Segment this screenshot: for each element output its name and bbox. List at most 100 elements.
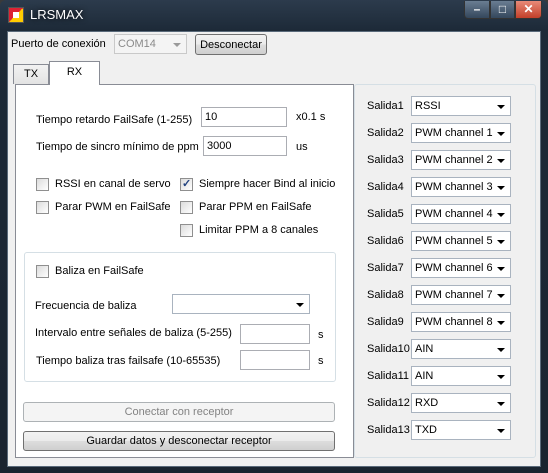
title-bar[interactable]: LRSMAX – □ ✕ [0,0,548,30]
output-label-9: Salida9 [367,316,404,328]
output-label-7: Salida7 [367,262,404,274]
beacon-delay-unit: s [318,355,324,367]
stop-ppm-failsafe-label: Parar PPM en FailSafe [199,201,312,213]
output-value-2: PWM channel 1 [415,127,493,139]
beacon-frequency-select[interactable] [172,294,310,314]
chevron-down-icon [497,213,505,217]
beacon-interval-unit: s [318,329,324,341]
output-label-11: Salida11 [367,370,409,382]
output-value-3: PWM channel 2 [415,154,493,166]
chevron-down-icon [296,303,304,307]
chevron-down-icon [173,43,181,47]
output-value-12: RXD [415,397,439,409]
rssi-servo-checkbox[interactable] [36,178,49,191]
output-label-4: Salida4 [367,181,404,193]
chevron-down-icon [497,240,505,244]
main-panel: Puerto de conexión COM14 Desconectar TX … [7,31,541,467]
output-value-6: PWM channel 5 [415,235,493,247]
chevron-down-icon [497,132,505,136]
chevron-down-icon [497,267,505,271]
always-bind-label: Siempre hacer Bind al inicio [199,178,336,190]
output-value-9: PWM channel 8 [415,316,493,328]
beacon-frequency-label: Frecuencia de baliza [35,300,137,312]
output-label-6: Salida6 [367,235,404,247]
output-label-1: Salida1 [367,100,404,112]
stop-pwm-failsafe-label: Parar PWM en FailSafe [55,201,171,213]
output-value-7: PWM channel 6 [415,262,493,274]
tab-rx[interactable]: RX [49,61,100,85]
port-select-value: COM14 [118,38,156,50]
chevron-down-icon [497,294,505,298]
output-label-12: Salida12 [367,397,410,409]
limit-ppm-8-checkbox[interactable] [180,224,193,237]
minimize-icon: – [473,2,481,16]
close-icon: ✕ [523,2,534,16]
output-label-10: Salida10 [367,343,410,355]
always-bind-checkbox[interactable] [180,177,193,191]
output-select-8[interactable]: PWM channel 7 [411,285,511,305]
beacon-interval-input[interactable] [240,324,310,344]
output-select-10[interactable]: AIN [411,339,511,359]
chevron-down-icon [497,402,505,406]
output-label-13: Salida13 [367,424,410,436]
output-value-4: PWM channel 3 [415,181,493,193]
beacon-interval-label: Intervalo entre señales de baliza (5-255… [35,327,232,339]
disconnect-button[interactable]: Desconectar [195,34,267,55]
output-value-5: PWM channel 4 [415,208,493,220]
beacon-enable-label: Baliza en FailSafe [55,265,144,277]
failsafe-delay-value: 10 [205,111,218,123]
port-select[interactable]: COM14 [114,34,187,54]
beacon-group: Baliza en FailSafe Frecuencia de baliza … [24,252,336,382]
maximize-button[interactable]: □ [490,1,515,19]
output-select-3[interactable]: PWM channel 2 [411,150,511,170]
save-disconnect-button[interactable]: Guardar datos y desconectar receptor [23,431,335,451]
output-select-9[interactable]: PWM channel 8 [411,312,511,332]
output-select-12[interactable]: RXD [411,393,511,413]
beacon-delay-label: Tiempo baliza tras failsafe (10-65535) [36,355,221,367]
connect-receiver-button[interactable]: Conectar con receptor [23,402,335,422]
output-value-1: RSSI [415,100,441,112]
failsafe-delay-unit: x0.1 s [296,111,326,123]
output-label-8: Salida8 [367,289,404,301]
output-select-4[interactable]: PWM channel 3 [411,177,511,197]
stop-pwm-failsafe-checkbox[interactable] [36,201,49,214]
stop-ppm-failsafe-checkbox[interactable] [180,201,193,214]
beacon-enable-checkbox[interactable] [36,265,49,278]
output-value-8: PWM channel 7 [415,289,493,301]
output-select-13[interactable]: TXD [411,420,511,440]
output-value-11: AIN [415,370,434,382]
beacon-delay-input[interactable] [240,350,310,370]
minimize-button[interactable]: – [464,1,490,19]
app-icon [8,7,24,23]
rssi-servo-label: RSSI en canal de servo [55,178,171,190]
output-select-7[interactable]: PWM channel 6 [411,258,511,278]
output-value-13: TXD [415,424,437,436]
output-select-2[interactable]: PWM channel 1 [411,123,511,143]
window-title: LRSMAX [30,7,84,22]
chevron-down-icon [497,348,505,352]
output-select-5[interactable]: PWM channel 4 [411,204,511,224]
failsafe-delay-input[interactable]: 10 [201,107,287,127]
rx-tab-page: Tiempo retardo FailSafe (1-255) 10 x0.1 … [15,84,354,458]
output-select-11[interactable]: AIN [411,366,511,386]
chevron-down-icon [497,105,505,109]
chevron-down-icon [497,429,505,433]
app-window: LRSMAX – □ ✕ Puerto de conexión COM14 De… [0,0,548,473]
close-button[interactable]: ✕ [515,1,542,19]
output-label-3: Salida3 [367,154,404,166]
chevron-down-icon [497,159,505,163]
tab-tx[interactable]: TX [13,64,49,84]
ppm-sync-input[interactable]: 3000 [203,136,287,156]
output-label-5: Salida5 [367,208,404,220]
port-label: Puerto de conexión [11,38,106,50]
output-select-6[interactable]: PWM channel 5 [411,231,511,251]
ppm-sync-value: 3000 [207,140,232,152]
chevron-down-icon [497,321,505,325]
output-label-2: Salida2 [367,127,404,139]
failsafe-delay-label: Tiempo retardo FailSafe (1-255) [36,114,193,126]
limit-ppm-8-label: Limitar PPM a 8 canales [199,224,319,236]
output-select-1[interactable]: RSSI [411,96,511,116]
outputs-panel: Salida1 RSSI Salida2 PWM channel 1 Salid… [354,84,536,458]
chevron-down-icon [497,186,505,190]
chevron-down-icon [497,375,505,379]
